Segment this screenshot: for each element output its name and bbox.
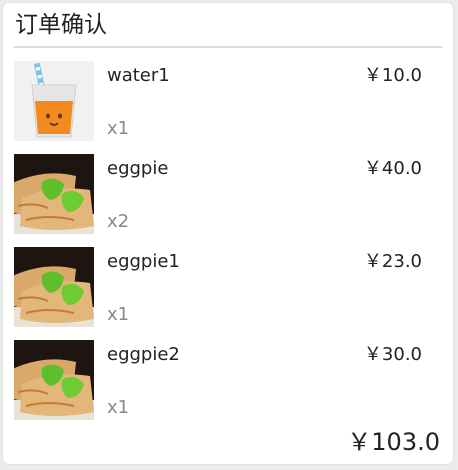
order-item[interactable]: eggpie1 ￥23.0 x1 <box>3 247 453 331</box>
item-price: ￥23.0 <box>363 251 422 272</box>
egg-pie-image <box>14 154 94 234</box>
item-quantity: x1 <box>107 304 130 325</box>
item-price: ￥30.0 <box>363 344 422 365</box>
item-name: water1 <box>107 65 170 86</box>
item-quantity: x2 <box>107 211 130 232</box>
item-price: ￥40.0 <box>363 158 422 179</box>
item-name: eggpie1 <box>107 251 180 272</box>
egg-pie-image <box>14 247 94 327</box>
order-item[interactable]: water1 ￥10.0 x1 <box>3 61 453 145</box>
egg-pie-image <box>14 340 94 420</box>
order-item[interactable]: eggpie2 ￥30.0 x1 <box>3 340 453 424</box>
title-divider <box>14 46 442 48</box>
item-name: eggpie <box>107 158 169 179</box>
order-confirm-card: 订单确认 water1 ￥10.0 x1 eggpie ￥40.0 x2 egg… <box>3 3 453 464</box>
juice-cup-image <box>14 61 94 141</box>
order-total: ￥103.0 <box>347 428 440 456</box>
order-item[interactable]: eggpie ￥40.0 x2 <box>3 154 453 238</box>
page-title: 订单确认 <box>15 12 107 38</box>
item-quantity: x1 <box>107 397 130 418</box>
item-price: ￥10.0 <box>363 65 422 86</box>
item-name: eggpie2 <box>107 344 180 365</box>
item-quantity: x1 <box>107 118 130 139</box>
